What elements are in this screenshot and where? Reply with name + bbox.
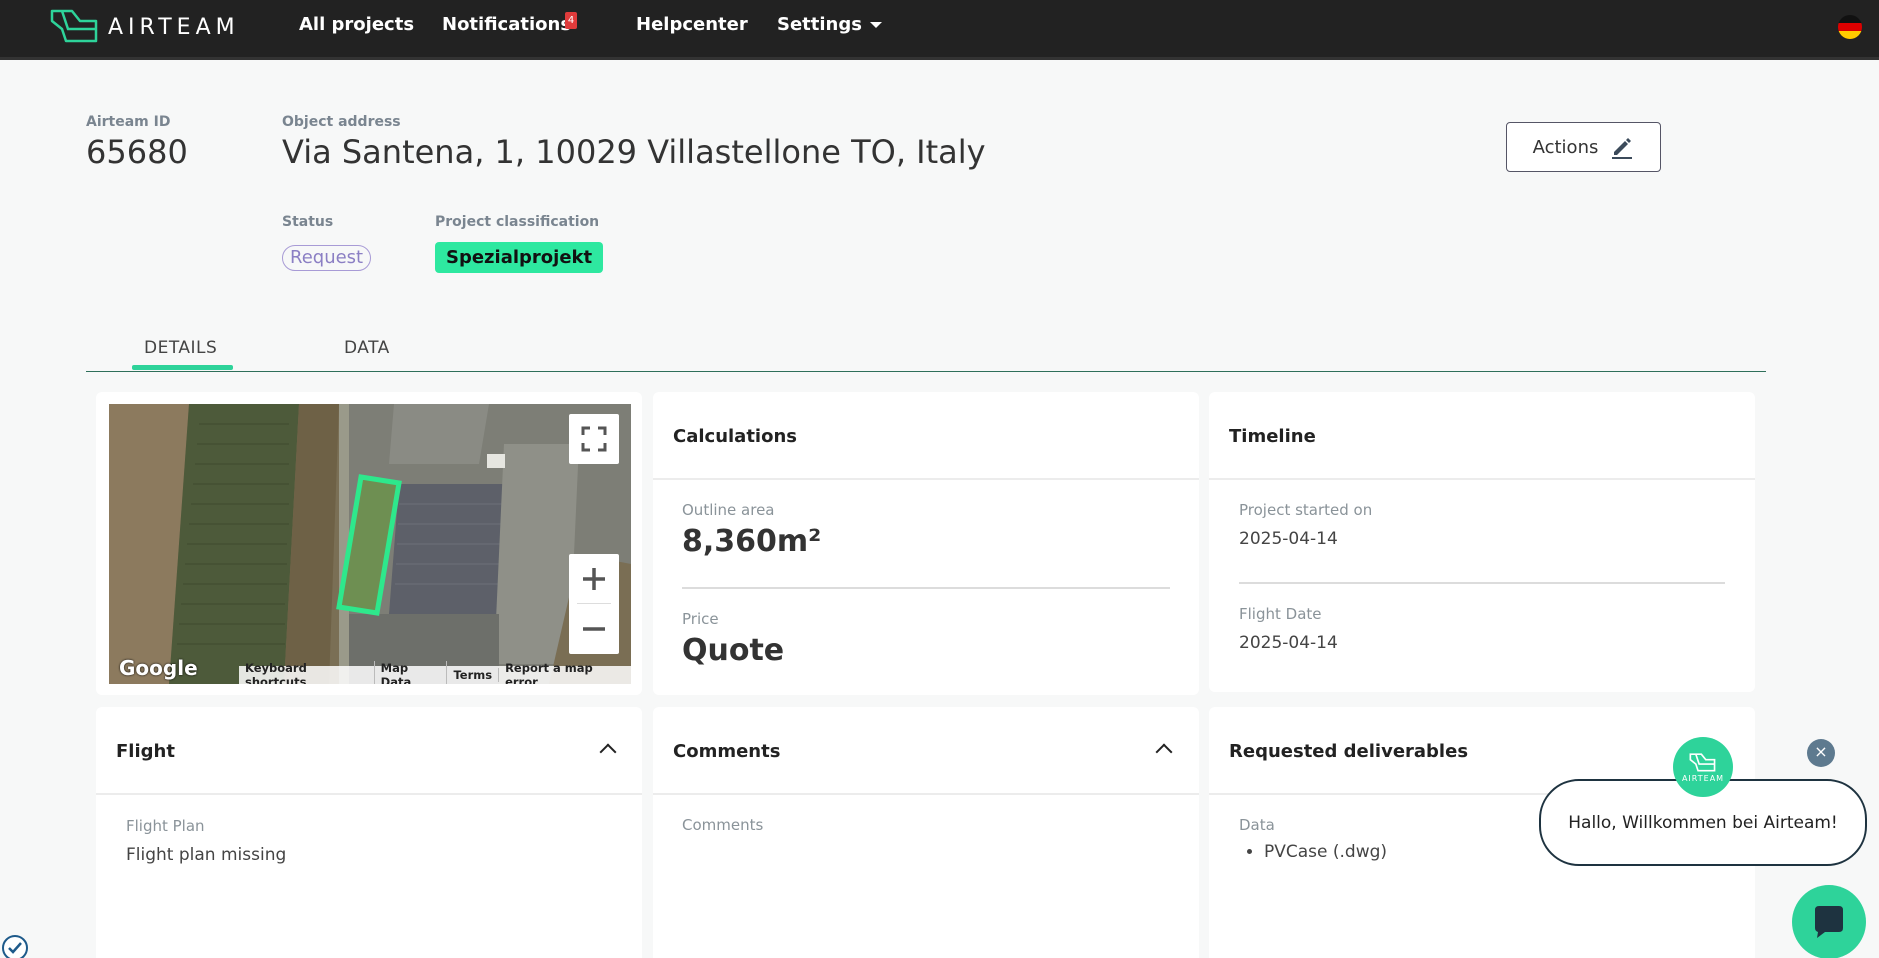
close-icon[interactable]: ×	[1807, 739, 1835, 767]
airteam-logo-icon	[1689, 752, 1716, 772]
notification-count-badge: 4	[565, 12, 577, 29]
tab-bar: DETAILS DATA	[86, 330, 1766, 372]
deliverables-list: PVCase (.dwg)	[1264, 842, 1387, 862]
chevron-up-icon[interactable]	[1155, 743, 1173, 761]
list-item: PVCase (.dwg)	[1264, 842, 1387, 862]
comments-title: Comments	[673, 741, 781, 762]
active-tab-indicator	[132, 365, 233, 370]
chat-avatar: AIRTEAM	[1673, 737, 1733, 797]
outline-area-value: 8,360m²	[682, 524, 822, 559]
comments-field-label: Comments	[682, 816, 764, 834]
actions-button-label: Actions	[1532, 136, 1599, 158]
card-divider	[653, 478, 1199, 480]
satellite-imagery	[109, 404, 631, 684]
privacy-shield-icon[interactable]	[2, 935, 28, 958]
nav-all-projects[interactable]: All projects	[299, 14, 414, 35]
price-label: Price	[682, 610, 719, 628]
field-divider	[1239, 582, 1725, 584]
checkmark-icon	[8, 942, 22, 954]
calculations-title: Calculations	[673, 426, 797, 447]
zoom-out-icon[interactable]	[569, 604, 619, 654]
chat-launcher-button[interactable]	[1792, 885, 1866, 958]
chevron-down-icon	[869, 22, 882, 28]
fullscreen-icon	[581, 426, 607, 452]
brand-name: AIRTEAM	[108, 14, 240, 40]
status-label: Status	[282, 214, 334, 230]
object-address-label: Object address	[282, 114, 401, 130]
chat-greeting-text: Hallo, Willkommen bei Airteam!	[1568, 812, 1838, 833]
flight-title: Flight	[116, 741, 175, 762]
field-divider	[682, 587, 1170, 589]
zoom-in-icon[interactable]	[569, 554, 619, 604]
airteam-logo-icon	[50, 9, 98, 43]
nav-settings[interactable]: Settings	[777, 14, 882, 35]
flight-date-value: 2025-04-14	[1239, 633, 1338, 653]
keyboard-shortcuts-link[interactable]: Keyboard shortcuts	[239, 661, 375, 684]
airteam-logo[interactable]: AIRTEAM	[50, 7, 240, 47]
airteam-id-value: 65680	[86, 133, 188, 171]
actions-button[interactable]: Actions	[1506, 122, 1661, 172]
top-navigation: AIRTEAM All projects Notifications 4 Hel…	[0, 0, 1879, 60]
airteam-id-label: Airteam ID	[86, 114, 171, 130]
status-badge: Request	[282, 245, 372, 271]
price-value: Quote	[682, 633, 785, 668]
classification-badge: Spezialprojekt	[435, 242, 604, 273]
card-divider	[1209, 478, 1755, 480]
google-logo: Google	[119, 656, 198, 680]
object-address-value: Via Santena, 1, 10029 Villastellone TO, …	[282, 133, 986, 171]
terms-link[interactable]: Terms	[447, 668, 500, 682]
map-data-link[interactable]: Map Data	[375, 661, 448, 684]
nav-helpcenter[interactable]: Helpcenter	[636, 14, 748, 35]
flight-plan-label: Flight Plan	[126, 817, 205, 835]
outline-area-label: Outline area	[682, 501, 775, 519]
project-started-label: Project started on	[1239, 501, 1373, 519]
comments-card: Comments Comments	[653, 707, 1199, 958]
flight-date-label: Flight Date	[1239, 605, 1322, 623]
tab-details[interactable]: DETAILS	[144, 338, 217, 358]
project-started-value: 2025-04-14	[1239, 529, 1338, 549]
calculations-card: Calculations Outline area 8,360m² Price …	[653, 392, 1199, 695]
fullscreen-button[interactable]	[569, 414, 619, 464]
pencil-icon	[1612, 138, 1633, 159]
zoom-controls	[569, 554, 619, 654]
timeline-card: Timeline Project started on 2025-04-14 F…	[1209, 392, 1755, 692]
deliverables-data-label: Data	[1239, 816, 1275, 834]
card-divider	[653, 793, 1199, 795]
chat-avatar-brand: AIRTEAM	[1681, 773, 1725, 783]
timeline-title: Timeline	[1229, 426, 1316, 447]
flight-plan-value: Flight plan missing	[126, 845, 287, 865]
project-classification-label: Project classification	[435, 214, 600, 230]
map-footer: Keyboard shortcuts Map Data Terms Report…	[239, 661, 631, 684]
satellite-map[interactable]: Google Keyboard shortcuts Map Data Terms…	[109, 404, 631, 684]
nav-settings-label: Settings	[777, 14, 862, 35]
chevron-up-icon[interactable]	[599, 743, 617, 761]
nav-notifications[interactable]: Notifications	[442, 14, 571, 35]
tab-data[interactable]: DATA	[344, 338, 390, 358]
card-divider	[96, 793, 642, 795]
chat-icon	[1815, 906, 1843, 938]
flight-card: Flight Flight Plan Flight plan missing	[96, 707, 642, 958]
report-map-error-link[interactable]: Report a map error	[499, 661, 631, 684]
requested-deliverables-title: Requested deliverables	[1229, 741, 1469, 762]
german-flag-icon[interactable]	[1838, 15, 1862, 39]
